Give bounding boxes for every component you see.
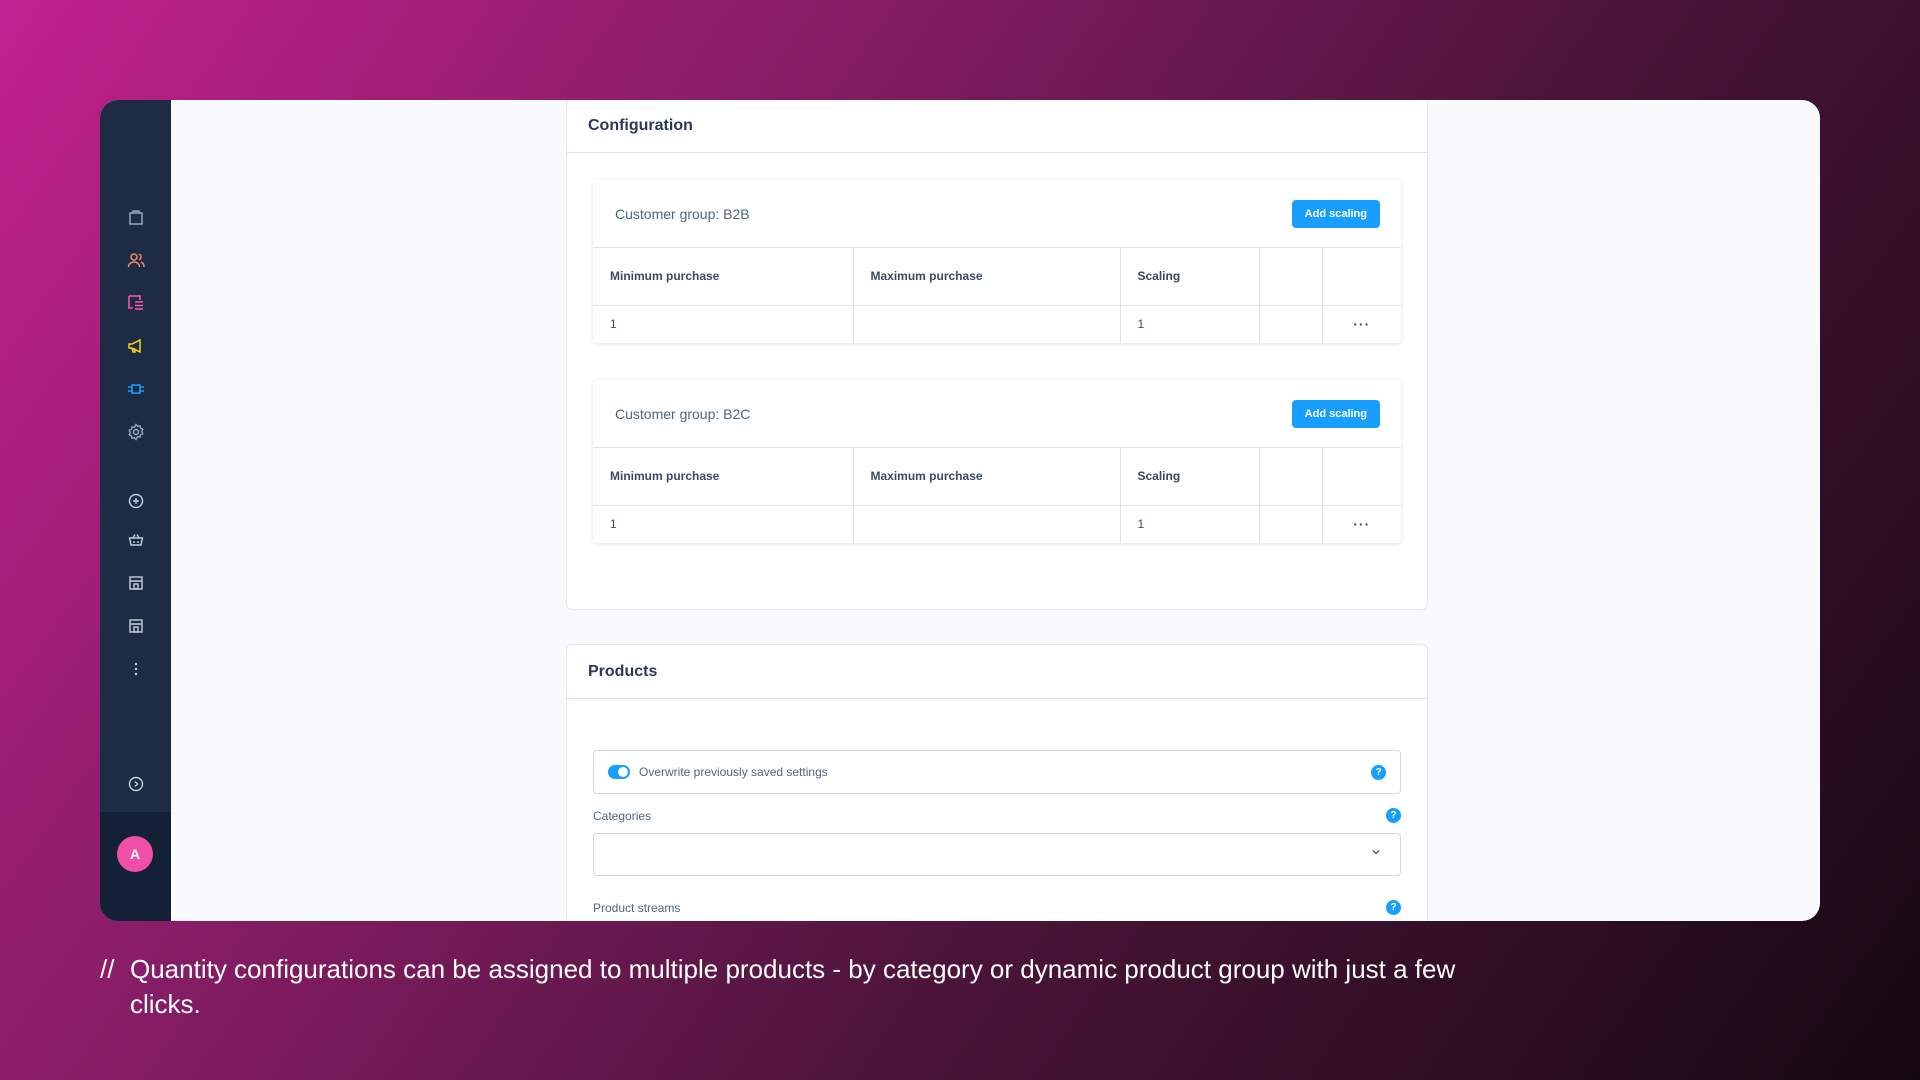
scaling-cell[interactable]: 1	[1120, 305, 1260, 343]
column-header	[1322, 448, 1401, 506]
min-purchase-cell[interactable]: 1	[593, 305, 854, 343]
play-circle-icon[interactable]	[100, 769, 171, 799]
caption-prefix: //	[100, 954, 115, 984]
add-scaling-button[interactable]: Add scaling	[1291, 199, 1380, 228]
table-row: 1 1 ···	[593, 505, 1401, 543]
min-purchase-cell[interactable]: 1	[593, 505, 854, 543]
product-streams-label: Product streams	[593, 900, 681, 915]
scaling-cell[interactable]: 1	[1120, 505, 1260, 543]
max-purchase-cell[interactable]	[853, 305, 1121, 343]
main-content: Configuration Customer group: B2B Add sc…	[171, 100, 1820, 921]
empty-cell	[1259, 305, 1323, 343]
caption-text: Quantity configurations can be assigned …	[130, 954, 1456, 1019]
row-actions-button[interactable]: ···	[1322, 505, 1401, 543]
column-header[interactable]: Maximum purchase	[853, 248, 1121, 306]
help-icon[interactable]: ?	[1386, 900, 1401, 915]
plugin-icon[interactable]	[100, 374, 171, 404]
products-title: Products	[567, 645, 1427, 699]
column-header	[1259, 448, 1323, 506]
help-icon[interactable]: ?	[1386, 808, 1401, 823]
more-icon[interactable]	[100, 654, 171, 684]
help-icon[interactable]: ?	[1371, 764, 1386, 780]
categories-select[interactable]	[593, 833, 1401, 876]
list-icon[interactable]	[100, 288, 171, 318]
table-row: 1 1 ···	[593, 305, 1401, 343]
group-title: Customer group: B2C	[615, 405, 751, 422]
megaphone-icon[interactable]	[100, 331, 171, 361]
row-actions-button[interactable]: ···	[1322, 305, 1401, 343]
app-window: A Configuration Customer group: B2B Add …	[100, 100, 1820, 921]
basket-icon[interactable]	[100, 525, 171, 555]
column-header[interactable]: Maximum purchase	[853, 448, 1121, 506]
column-header[interactable]: Scaling	[1120, 248, 1260, 306]
categories-label: Categories	[593, 808, 652, 823]
empty-cell	[1259, 505, 1323, 543]
bag-icon[interactable]	[100, 202, 171, 232]
configuration-card: Configuration Customer group: B2B Add sc…	[566, 100, 1428, 610]
store-icon-2[interactable]	[100, 611, 171, 641]
customer-group-b2c: Customer group: B2C Add scaling Minimum …	[593, 380, 1401, 543]
group-title: Customer group: B2B	[615, 205, 750, 222]
chevron-down-icon	[1372, 849, 1380, 855]
avatar[interactable]: A	[117, 836, 153, 872]
column-header[interactable]: Minimum purchase	[593, 248, 854, 306]
column-header	[1322, 248, 1401, 306]
column-header[interactable]: Minimum purchase	[593, 448, 854, 506]
users-icon[interactable]	[100, 245, 171, 275]
products-card: Products Overwrite previously saved sett…	[566, 644, 1428, 921]
store-icon[interactable]	[100, 568, 171, 598]
column-header[interactable]: Scaling	[1120, 448, 1260, 506]
overwrite-settings-row: Overwrite previously saved settings ?	[593, 750, 1401, 794]
sidebar: A	[100, 100, 171, 921]
customer-group-b2b: Customer group: B2B Add scaling Minimum …	[593, 180, 1401, 343]
caption: // Quantity configurations can be assign…	[100, 952, 1500, 1022]
max-purchase-cell[interactable]	[853, 505, 1121, 543]
overwrite-label: Overwrite previously saved settings	[639, 765, 828, 779]
add-circle-icon[interactable]	[100, 486, 171, 516]
configuration-title: Configuration	[567, 100, 1427, 153]
column-header	[1259, 248, 1323, 306]
scaling-table: Minimum purchase Maximum purchase Scalin…	[593, 248, 1401, 343]
scaling-table: Minimum purchase Maximum purchase Scalin…	[593, 448, 1401, 543]
overwrite-toggle[interactable]	[608, 765, 630, 779]
product-streams-label-row: Product streams ?	[593, 900, 1401, 915]
categories-label-row: Categories ?	[593, 808, 1401, 823]
settings-icon[interactable]	[100, 417, 171, 447]
add-scaling-button[interactable]: Add scaling	[1291, 399, 1380, 428]
